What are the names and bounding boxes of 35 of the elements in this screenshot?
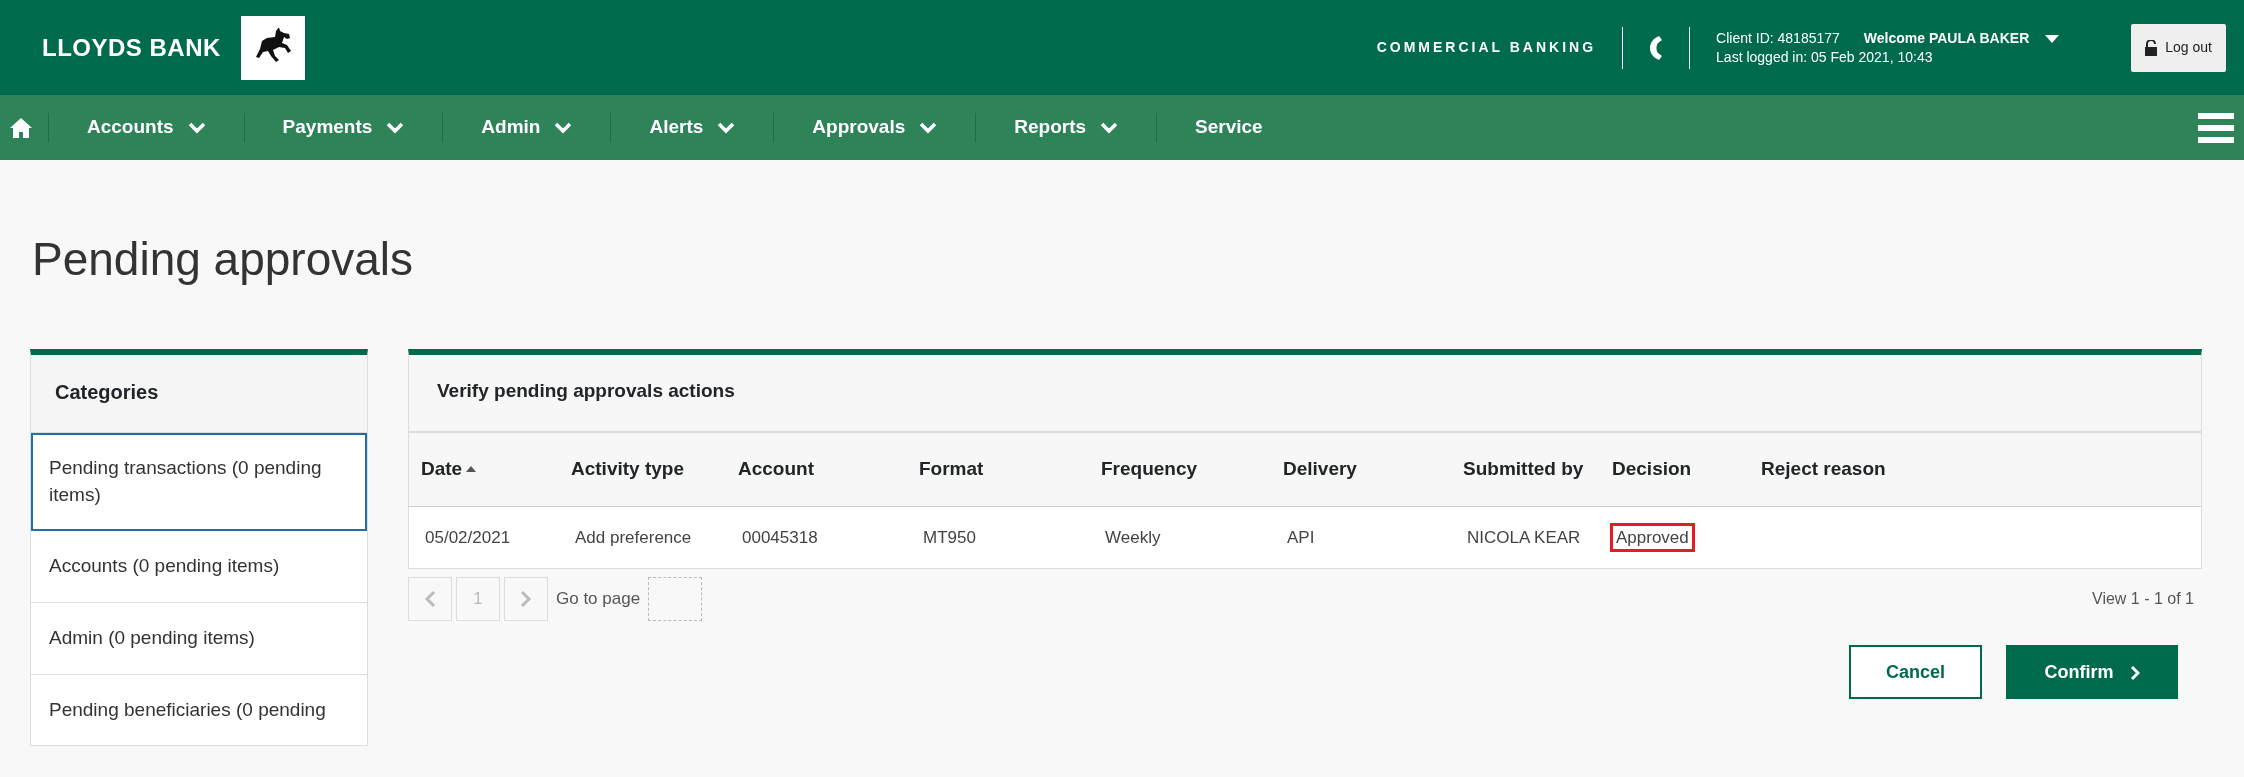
phone-icon[interactable]	[1649, 34, 1664, 61]
go-to-page-label: Go to page	[556, 588, 641, 611]
nav-menu-item[interactable]: Reports	[975, 113, 1157, 142]
division-label: COMMERCIAL BANKING	[1376, 38, 1597, 57]
nav-menu-item[interactable]: Accounts	[48, 113, 244, 142]
home-icon[interactable]	[10, 115, 32, 140]
user-menu[interactable]: Welcome PAULA BAKER	[1863, 28, 2060, 48]
table-cell-text: Add preference	[574, 526, 693, 549]
nav-menu-item[interactable]: Admin	[442, 113, 611, 142]
logout-button[interactable]: Log out	[2131, 23, 2226, 72]
horse-logo-icon	[240, 15, 305, 80]
nav-menu-item[interactable]: Alerts	[610, 113, 774, 142]
table-cell-text: API	[1286, 526, 1316, 549]
nav-menu-item[interactable]: Approvals	[773, 113, 976, 142]
table-cell: Approved	[1612, 524, 1693, 551]
page-input-field[interactable]	[648, 577, 703, 622]
padlock-icon	[2145, 39, 2158, 56]
nav-menu-item[interactable]: Service	[1156, 113, 1301, 142]
table-cell-text: Weekly	[1104, 526, 1162, 549]
cancel-button[interactable]: Cancel	[1849, 645, 1982, 700]
category-item[interactable]: Pending transactions (0 pending items)	[31, 433, 367, 532]
client-id: Client ID: 48185177	[1716, 28, 1840, 48]
table-cell-text: 00045318	[741, 526, 819, 549]
nav-menu-item[interactable]: Payments	[243, 113, 443, 142]
brand-name: LLOYDS BANK	[42, 32, 221, 63]
panel-title: Categories	[31, 355, 367, 434]
last-login-text: Last logged in: 05 Feb 2021, 10:43	[1716, 47, 1934, 67]
record-count: View 1 - 1 of 1	[2092, 589, 2194, 610]
confirm-button[interactable]: Confirm	[2006, 645, 2178, 700]
table-cell-text: NICOLA KEAR	[1466, 526, 1582, 549]
chevron-right-icon	[2129, 664, 2140, 681]
table-cell-text: 05/02/2021	[424, 526, 512, 549]
page-title: Pending approvals	[32, 232, 415, 287]
menu-icon[interactable]	[2198, 112, 2234, 143]
table-cell-text: MT950	[922, 526, 977, 549]
